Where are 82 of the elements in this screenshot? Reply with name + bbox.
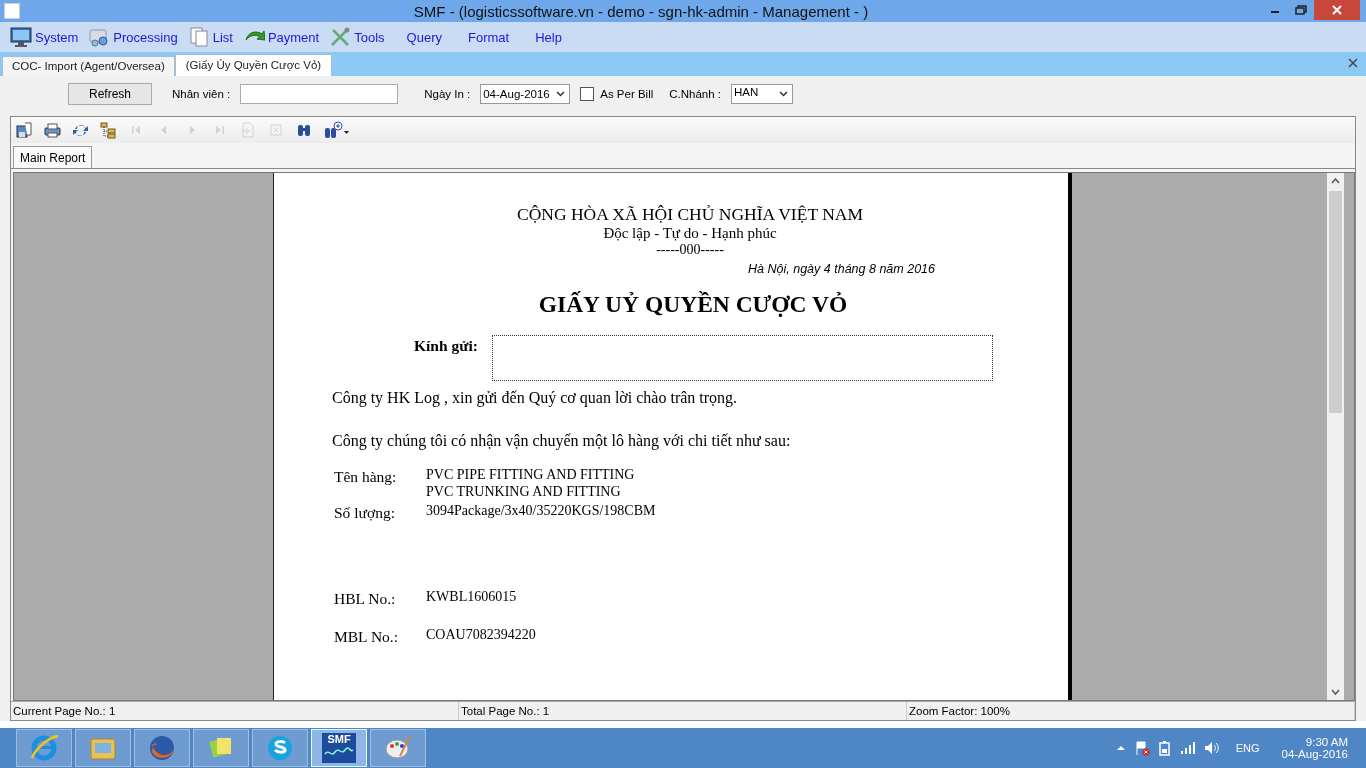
flag-icon[interactable] (1133, 740, 1150, 756)
field-label: C.Nhánh : (669, 88, 722, 100)
printer-icon[interactable] (43, 121, 61, 139)
menu-item[interactable]: Processing (86, 24, 186, 50)
detail-label: MBL No.: (334, 628, 399, 646)
detail-label: Số lượng: (334, 504, 396, 522)
status-text: Zoom Factor: 100% (907, 702, 1355, 720)
scroll-down-icon[interactable] (1331, 689, 1340, 695)
menu-item[interactable]: Help (521, 24, 574, 50)
gears-icon (88, 26, 111, 48)
menu-label[interactable]: Format (467, 29, 510, 45)
menu-item[interactable]: Tools (327, 24, 393, 50)
branch-dropdown[interactable]: HAN (731, 84, 794, 104)
checkbox[interactable] (580, 87, 595, 101)
field-label: Ngày In : (424, 88, 471, 100)
document-separator: -----000----- (656, 242, 724, 258)
close-icon[interactable] (1348, 58, 1358, 68)
document-title: GIẤY UỶ QUYỀN CƯỢC VỎ (538, 291, 848, 318)
status-text: Total Page No.: 1 (459, 702, 907, 720)
checkbox-label[interactable]: As Per Bill (600, 88, 654, 100)
menu-item[interactable]: Format (453, 24, 522, 50)
menu-label[interactable]: System (35, 29, 79, 45)
staff-input[interactable] (240, 84, 399, 104)
taskbar-button[interactable] (252, 729, 308, 767)
app-icon (4, 3, 20, 19)
caret-icon (779, 91, 789, 97)
detail-value: KWBL1606015 (426, 588, 517, 605)
logo-text: SMF (327, 733, 351, 746)
close-button[interactable] (1314, 0, 1360, 20)
recipient-label: Kính gửi: (414, 337, 478, 355)
date-line: Hà Nội, ngày 4 tháng 8 năm 2016 (748, 262, 935, 276)
detail-label: HBL No.: (334, 590, 397, 608)
battery-icon[interactable] (1157, 740, 1172, 756)
detail-value: PVC TRUNKING AND FITTING (426, 483, 622, 500)
zoom-icon[interactable] (323, 121, 350, 139)
status-text: Current Page No.: 1 (11, 702, 459, 720)
menu-label[interactable]: List (212, 29, 233, 45)
report-tab[interactable]: Main Report (13, 146, 93, 168)
detail-label: Tên hàng: (334, 468, 398, 486)
taskbar-button[interactable] (134, 729, 190, 767)
tree-icon[interactable] (99, 121, 117, 139)
taskbar-button[interactable]: SMF (311, 729, 367, 767)
taskbar-button[interactable] (193, 729, 249, 767)
field-label: Nhân viên : (172, 88, 231, 100)
menu-label[interactable]: Payment (267, 29, 320, 45)
taskbar-button[interactable] (370, 729, 426, 767)
scroll-up-icon[interactable] (1331, 178, 1340, 184)
menu-label[interactable]: Processing (113, 29, 178, 45)
chevron-up-icon[interactable] (1115, 744, 1126, 752)
menu-item[interactable]: System (8, 24, 87, 50)
document-motto: Độc lập - Tự do - Hạnh phúc (603, 225, 777, 242)
wave-icon (324, 746, 354, 758)
intro-text: Công ty chúng tôi có nhận vận chuyển một lô hàng với chi tiết như sau: (331, 432, 792, 450)
tab[interactable]: COC- Import (Agent/Oversea) (2, 56, 175, 76)
taskbar-button[interactable] (16, 729, 72, 767)
greeting-text: Công ty HK Log , xin gửi đến Quý cơ quan lời chào trân trọng. (331, 389, 739, 407)
scrollbar[interactable] (1327, 173, 1344, 700)
window-title: SMF - (logisticssoftware.vn - demo - sgn-hk-admin - Management - ) (412, 2, 870, 20)
refresh-button[interactable]: Refresh (68, 83, 152, 105)
menu-label[interactable]: Tools (354, 29, 385, 45)
detail-value: COAU7082394220 (426, 626, 536, 643)
menu-item[interactable]: List (185, 24, 241, 50)
taskbar-button[interactable] (75, 729, 131, 767)
language-indicator[interactable]: ENG (1235, 742, 1260, 754)
pages-icon (187, 26, 210, 48)
menu-item[interactable]: Query (392, 24, 454, 50)
clock-date[interactable]: 04-Aug-2016 (1281, 748, 1348, 760)
document-heading: CỘNG HÒA XÃ HỘI CHỦ NGHĨA VIỆT NAM (517, 204, 863, 225)
detail-value: PVC PIPE FITTING AND FITTING (426, 466, 635, 483)
menu-label[interactable]: Help (535, 29, 562, 45)
date-dropdown[interactable]: 04-Aug-2016 (480, 84, 571, 104)
speaker-icon[interactable] (1203, 741, 1220, 755)
detail-value: 3094Package/3x40/35220KGS/198CBM (426, 502, 656, 519)
signal-icon[interactable] (1179, 741, 1196, 755)
menu-item[interactable]: Payment (240, 24, 328, 50)
tab[interactable]: (Giấy Ủy Quyền Cược Vỏ) (174, 54, 333, 76)
export-icon[interactable] (15, 121, 33, 139)
tools-icon (329, 26, 352, 48)
clock-time[interactable]: 9:30 AM (1305, 736, 1348, 748)
menu-label[interactable]: Query (406, 29, 442, 45)
caret-icon (556, 91, 566, 97)
monitor-icon (10, 26, 32, 48)
